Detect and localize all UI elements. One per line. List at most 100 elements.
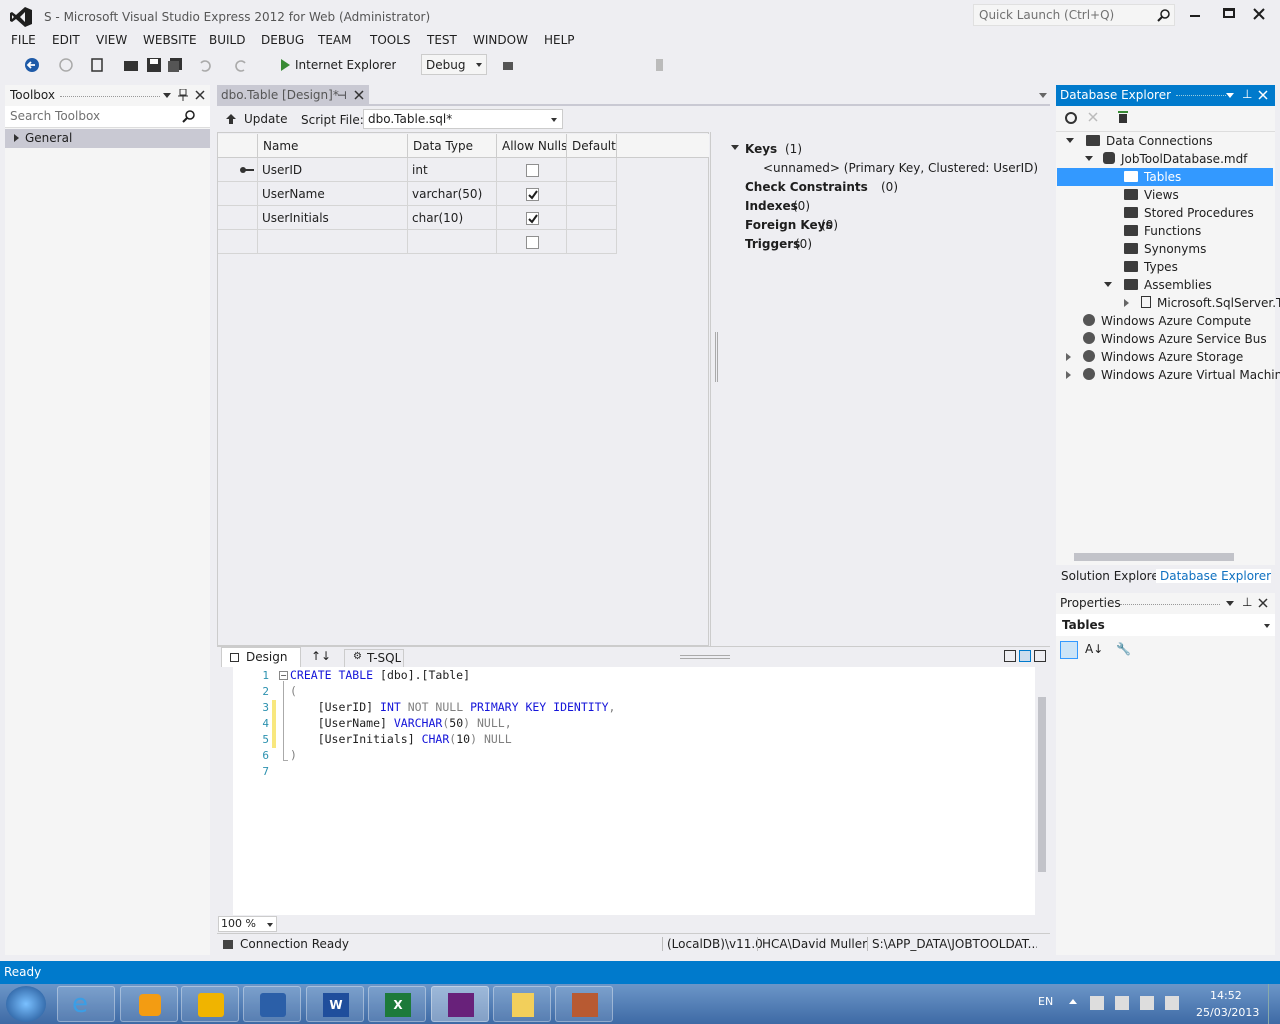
pin-icon[interactable]: ⊥ [1242,595,1252,609]
toolbox-search-input[interactable]: Search Toolbox [5,106,210,128]
tree-item-folder[interactable]: Types [1124,258,1178,276]
pin-icon[interactable] [178,89,188,101]
header-allow-nulls[interactable]: Allow Nulls [497,134,567,158]
tree-azure-item[interactable]: Windows Azure Virtual Machine [1066,366,1280,384]
allow-nulls-checkbox[interactable] [526,188,539,201]
design-tab[interactable]: Design [221,647,301,667]
swap-panes-icon[interactable]: ↑↓ [311,649,331,663]
document-tab[interactable]: dbo.Table [Design]* ⊣ [217,85,369,105]
menu-file[interactable]: FILE [11,33,36,47]
menu-test[interactable]: TEST [427,33,457,47]
data-type-cell[interactable] [408,230,497,254]
tree-item-folder[interactable]: Stored Procedures [1124,204,1254,222]
taskbar-media[interactable] [120,986,178,1022]
taskbar-explorer[interactable] [493,986,551,1022]
close-icon[interactable] [1258,90,1268,100]
check-constraints-label[interactable]: Check Constraints [745,180,868,194]
back-icon[interactable] [24,57,40,73]
taskbar-outlook[interactable] [181,986,239,1022]
new-project-icon[interactable] [90,57,106,73]
close-window-button[interactable] [1253,8,1265,20]
menu-team[interactable]: TEAM [318,33,351,47]
update-button[interactable]: Update [244,112,287,126]
refresh-icon[interactable] [1064,111,1078,125]
taskbar-remote[interactable] [243,986,301,1022]
chevron-down-icon[interactable] [1226,601,1234,606]
tree-data-connections[interactable]: Data Connections [1066,132,1213,150]
solution-explorer-tab[interactable]: Solution Explorer [1061,569,1164,583]
allow-nulls-checkbox[interactable] [526,212,539,225]
close-icon[interactable] [195,90,205,100]
start-button[interactable] [6,986,46,1022]
alphabetical-icon[interactable]: A↓ [1085,642,1103,656]
connect-database-icon[interactable] [1116,110,1130,124]
menu-tools[interactable]: TOOLS [370,33,411,47]
volume-icon[interactable] [1165,996,1179,1010]
find-in-files-icon[interactable] [502,57,518,73]
column-name-cell[interactable]: UserName [258,182,408,206]
save-all-icon[interactable] [167,57,183,73]
default-cell[interactable] [567,230,617,254]
clock-time[interactable]: 14:52 [1210,989,1242,1002]
taskbar-excel[interactable]: X [368,986,426,1022]
bookmark-icon[interactable] [652,57,668,73]
tree-azure-item[interactable]: Windows Azure Compute [1066,312,1251,330]
database-explorer-tab[interactable]: Database Explorer [1156,569,1272,583]
scroll-thumb[interactable] [1038,697,1046,872]
data-type-cell[interactable]: char(10) [408,206,497,230]
split-horizontal-icon[interactable] [1019,650,1031,662]
save-icon[interactable] [146,57,162,73]
split-vertical-icon[interactable] [1004,650,1016,662]
default-cell[interactable] [567,158,617,182]
collapse-arrow-icon[interactable] [731,145,739,150]
undo-icon[interactable] [197,57,213,73]
row-selector[interactable] [218,182,258,206]
header-default[interactable]: Default [567,134,617,158]
tree-item-folder[interactable]: Functions [1124,222,1201,240]
show-desktop-button[interactable] [1268,984,1280,1024]
tree-azure-item[interactable]: Windows Azure Service Bus [1066,330,1267,348]
disconnect-icon[interactable] [1088,112,1098,122]
menu-build[interactable]: BUILD [209,33,245,47]
categorized-icon[interactable] [1060,641,1078,659]
start-icon[interactable] [277,57,293,73]
foreign-keys-label[interactable]: Foreign Keys [745,218,833,232]
tree-item-folder[interactable]: Synonyms [1124,240,1206,258]
allow-nulls-checkbox[interactable] [526,164,539,177]
splitter-handle[interactable] [715,332,718,382]
show-hidden-icons[interactable] [1069,999,1077,1004]
tab-overflow-icon[interactable] [1039,93,1047,98]
close-tab-icon[interactable] [354,90,364,100]
network-icon[interactable] [1115,996,1129,1010]
tree-database[interactable]: JobToolDatabase.mdf [1085,150,1247,168]
redo-icon[interactable] [233,57,249,73]
triggers-label[interactable]: Triggers [745,237,800,251]
property-pages-icon[interactable]: 🔧 [1116,642,1131,656]
display-icon[interactable] [1140,996,1154,1010]
menu-edit[interactable]: EDIT [52,33,80,47]
close-icon[interactable] [1258,598,1268,608]
quick-launch-box[interactable]: Quick Launch (Ctrl+Q) [973,4,1175,26]
taskbar-word[interactable]: W [306,986,364,1022]
properties-object-dropdown[interactable]: Tables [1056,614,1275,636]
config-dropdown[interactable]: Debug [421,54,487,75]
menu-view[interactable]: VIEW [96,33,127,47]
grid-corner[interactable] [218,134,258,158]
run-target-label[interactable]: Internet Explorer [295,58,396,72]
tree-assembly[interactable]: Microsoft.SqlServer.T [1124,294,1280,312]
action-center-icon[interactable] [1090,996,1104,1010]
outline-collapse-icon[interactable]: − [279,671,288,680]
forward-icon[interactable] [58,57,74,73]
toolbox-group-general[interactable]: General [5,129,210,148]
row-selector[interactable] [218,230,258,254]
menu-help[interactable]: HELP [544,33,575,47]
chevron-down-icon[interactable] [163,93,171,98]
menu-window[interactable]: WINDOW [473,33,528,47]
taskbar-app[interactable] [555,986,613,1022]
scroll-thumb[interactable] [1074,553,1234,561]
menu-website[interactable]: WEBSITE [143,33,197,47]
default-cell[interactable] [567,182,617,206]
keys-label[interactable]: Keys [745,142,777,156]
language-indicator[interactable]: EN [1038,995,1053,1008]
primary-key-entry[interactable]: <unnamed> (Primary Key, Clustered: UserI… [763,161,1038,175]
